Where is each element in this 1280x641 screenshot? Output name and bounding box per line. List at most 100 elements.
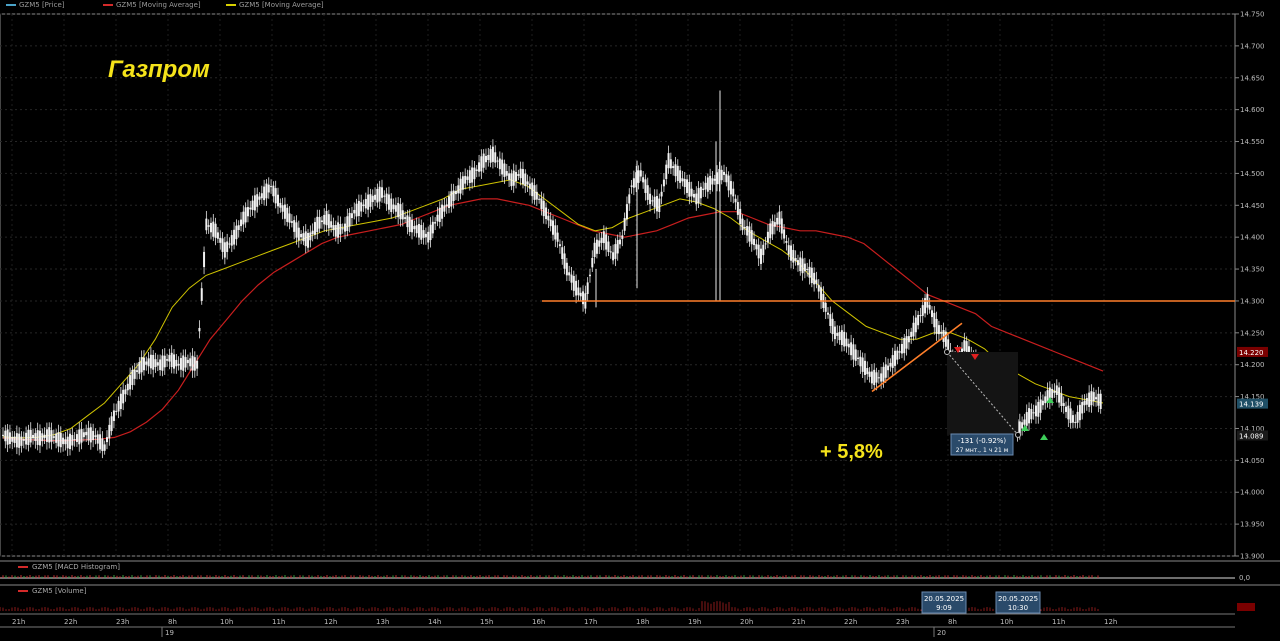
price-candle-body — [771, 220, 774, 235]
price-candle-body — [367, 194, 370, 210]
price-candle-body — [757, 244, 760, 259]
price-candle-body — [149, 354, 152, 369]
price-candle-body — [73, 439, 76, 441]
price-candle-body — [399, 204, 402, 220]
price-candle-body — [260, 193, 263, 199]
price-candle-body — [810, 267, 813, 284]
price-candle-body — [642, 177, 645, 183]
price-candle-body — [57, 432, 60, 447]
price-candle-body — [1076, 411, 1079, 423]
price-candle-body — [378, 186, 381, 202]
x-tick-label: 17h — [584, 618, 597, 626]
price-candle-body — [383, 195, 386, 197]
price-candle-body — [4, 430, 7, 442]
price-candle-body — [189, 358, 192, 367]
price-chart[interactable]: 14.750 14.700 14.650 14.600 14.550 14.500 14.4… — [0, 0, 1280, 637]
price-candle-body — [1062, 403, 1065, 407]
price-candle-body — [1097, 393, 1100, 406]
price-candle-body — [45, 429, 48, 442]
price-candle-body — [15, 433, 18, 448]
price-candle-body — [568, 272, 571, 276]
price-candle-body — [930, 310, 933, 318]
price-candle-body — [1055, 385, 1058, 395]
price-candle-body — [221, 238, 224, 252]
volume-legend[interactable]: GZM5 [Volume] — [18, 587, 86, 595]
price-candle-body — [401, 210, 404, 220]
price-candle-body — [1058, 387, 1061, 403]
price-candle-body — [676, 165, 679, 181]
price-candle-body — [29, 429, 32, 443]
price-candle-body — [475, 169, 478, 171]
price-candle-body — [1060, 393, 1063, 407]
price-candle-body — [498, 158, 501, 170]
x-tick-label: 21h — [12, 618, 25, 626]
price-candle-body — [131, 369, 134, 386]
price-candle-body — [688, 182, 691, 197]
price-candle-body — [318, 217, 321, 229]
legend-item-price[interactable]: GZM5 [Price] — [6, 1, 64, 9]
price-candle-body — [376, 188, 379, 203]
price-candle-body — [138, 362, 141, 374]
price-candle-body — [320, 220, 323, 223]
price-candle-body — [283, 204, 286, 219]
price-candle-body — [454, 190, 457, 195]
price-candle-body — [152, 354, 155, 370]
x-tick-label: 8h — [168, 618, 177, 626]
x-tick-label: 11h — [1052, 618, 1065, 626]
legend-swatch — [226, 4, 236, 6]
price-candle-body — [350, 213, 353, 219]
price-candle-body — [704, 182, 707, 190]
price-candle-body — [85, 431, 88, 436]
price-candle-body — [697, 188, 700, 204]
price-candle-body — [87, 427, 90, 441]
price-candle-body — [200, 288, 203, 301]
price-candle-body — [699, 186, 702, 199]
price-candle-body — [508, 173, 511, 180]
price-candle-body — [140, 357, 143, 373]
price-candle-body — [748, 226, 751, 242]
price-candle-body — [212, 221, 215, 237]
price-candle-body — [385, 193, 388, 205]
day-label: 19 — [165, 629, 174, 637]
price-candle-body — [961, 348, 964, 353]
price-candle-body — [588, 274, 591, 277]
price-candle-body — [251, 200, 254, 210]
price-candle-body — [263, 186, 266, 201]
price-candle-body — [880, 373, 883, 382]
price-candle-body — [660, 191, 663, 197]
price-candle-body — [307, 233, 310, 248]
price-candle-body — [563, 253, 566, 269]
price-candle-body — [59, 433, 62, 448]
volume-value-bg — [1237, 603, 1255, 611]
price-candle-body — [773, 222, 776, 227]
price-candle-body — [919, 315, 922, 317]
price-candle-body — [1095, 397, 1098, 400]
price-candle-body — [168, 355, 171, 362]
price-candle-body — [1074, 421, 1077, 423]
price-candle-body — [177, 363, 180, 366]
price-candle-body — [240, 219, 243, 227]
price-candle-body — [341, 228, 344, 230]
price-candle-body — [64, 439, 67, 445]
price-candle-body — [147, 358, 150, 367]
y-tick-label: 14.050 — [1240, 457, 1265, 465]
legend-item-ma-yellow[interactable]: GZM5 [Moving Average] — [226, 1, 324, 9]
price-candle-body — [392, 204, 395, 210]
price-candle-body — [290, 221, 293, 223]
price-candle-body — [184, 357, 187, 368]
legend-item-ma-red[interactable]: GZM5 [Moving Average] — [103, 1, 201, 9]
price-candle-body — [411, 219, 414, 233]
price-candle-body — [286, 207, 289, 222]
price-candle-body — [491, 146, 494, 162]
price-candle-body — [863, 360, 866, 375]
price-candle-body — [69, 433, 72, 450]
price-candle-body — [2, 434, 4, 436]
price-candle-body — [496, 160, 499, 162]
price-candle-body — [445, 204, 448, 207]
measure-point — [1015, 431, 1021, 438]
macd-legend[interactable]: GZM5 [MACD Histogram] — [18, 563, 120, 571]
price-candle-body — [743, 226, 746, 229]
y-tick-label: 14.200 — [1240, 361, 1265, 369]
price-candle-body — [1090, 391, 1093, 406]
y-tick-label: 14.550 — [1240, 138, 1265, 146]
